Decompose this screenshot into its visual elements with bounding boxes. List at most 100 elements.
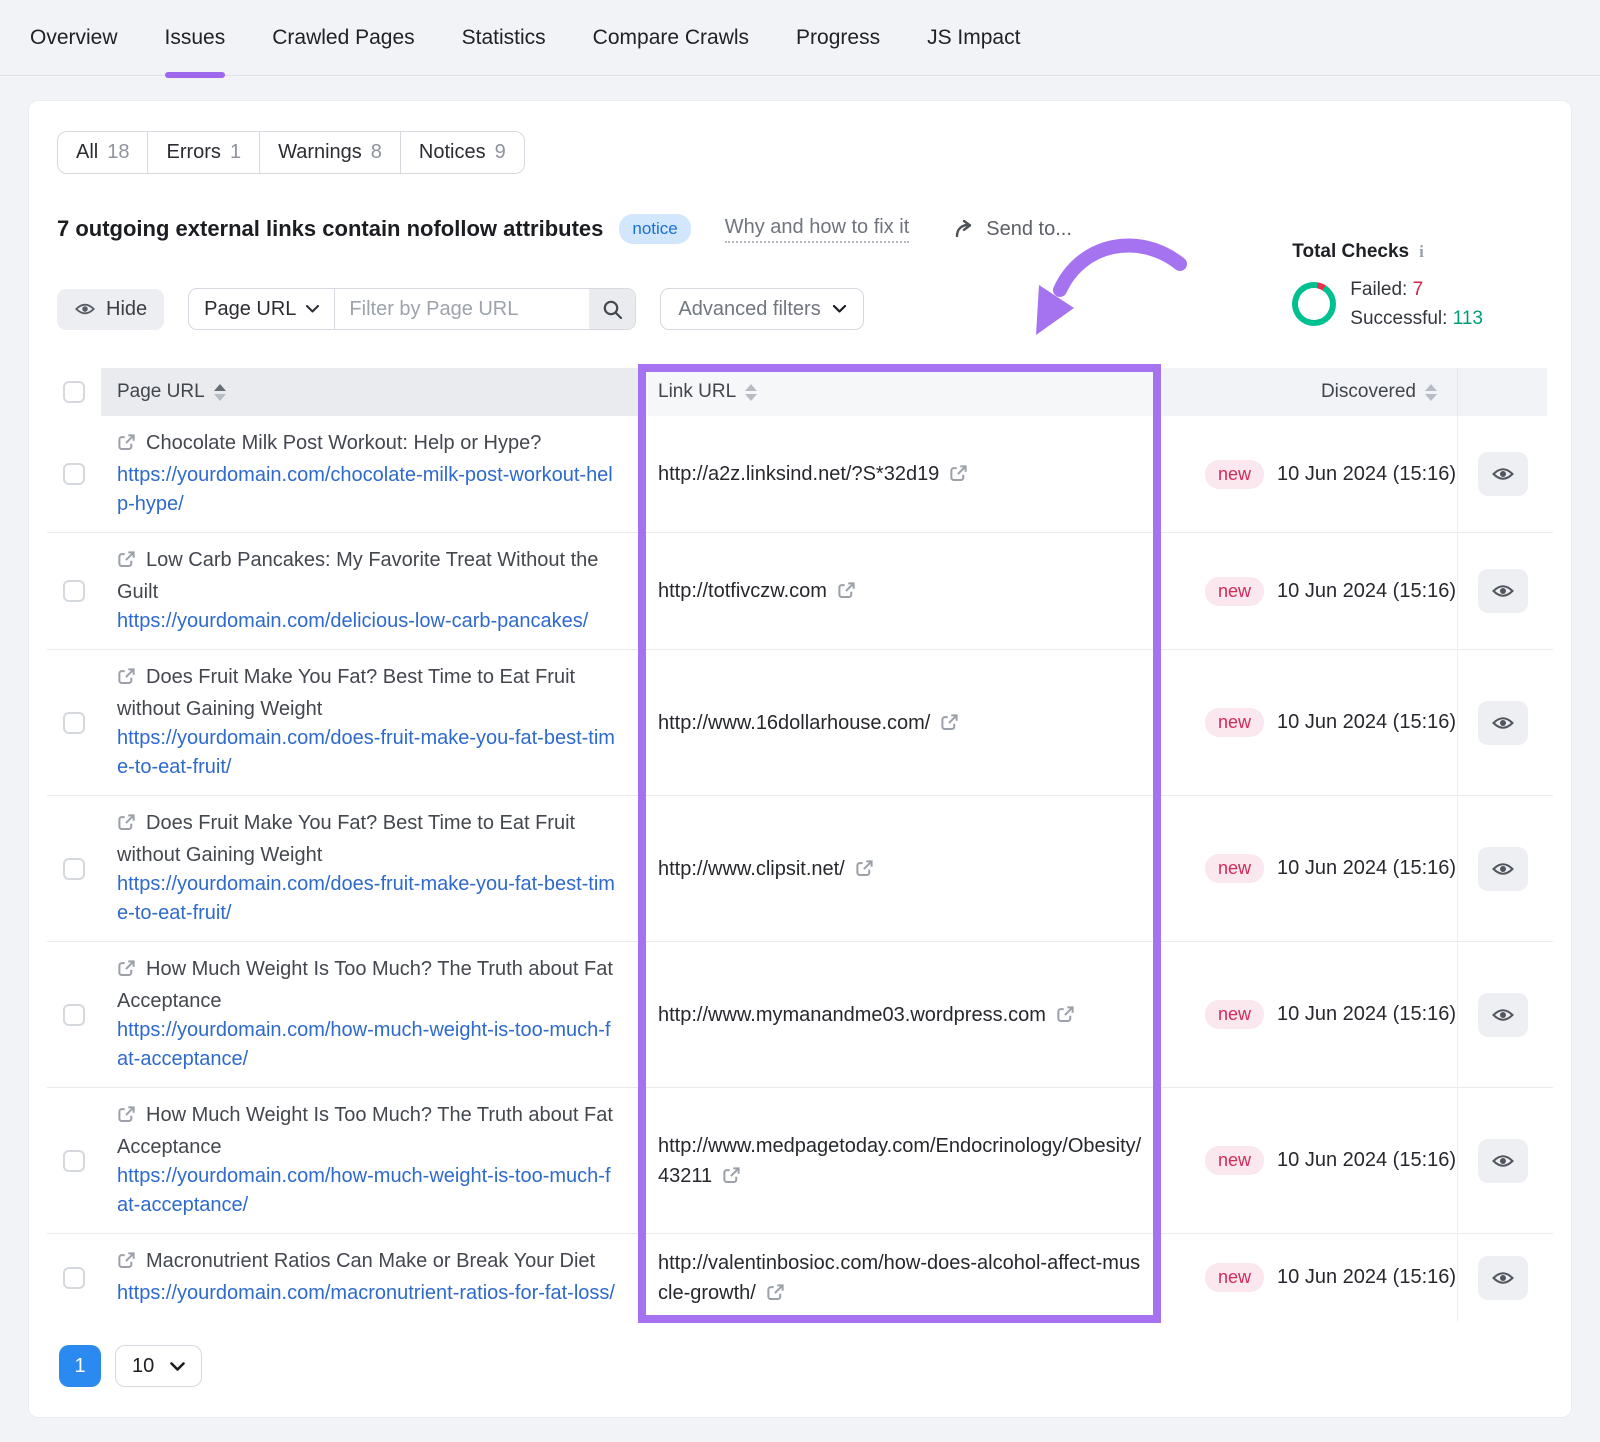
page-title: Macronutrient Ratios Can Make or Break Y… — [146, 1250, 595, 1272]
total-checks-donut — [1292, 282, 1336, 326]
view-issue-button[interactable] — [1478, 569, 1528, 613]
nav-tab-label: Crawled Pages — [272, 26, 414, 50]
severity-tab-label: Errors — [166, 141, 220, 164]
external-link-icon — [117, 1104, 136, 1133]
nav-tab-issues[interactable]: Issues — [165, 0, 226, 75]
nav-tab-js-impact[interactable]: JS Impact — [927, 0, 1020, 75]
page-url-link[interactable]: https://yourdomain.com/chocolate-milk-po… — [117, 461, 616, 519]
view-issue-button[interactable] — [1478, 701, 1528, 745]
severity-tab-count: 9 — [495, 141, 506, 164]
nav-tab-label: Progress — [796, 26, 880, 50]
sort-page-url[interactable] — [214, 384, 226, 401]
nav-tab-crawled-pages[interactable]: Crawled Pages — [272, 0, 414, 75]
external-link-icon — [117, 958, 136, 987]
eye-icon — [1491, 711, 1515, 735]
failed-label: Failed: — [1350, 279, 1407, 300]
severity-tab-label: All — [76, 141, 98, 164]
severity-tab-all[interactable]: All 18 — [58, 132, 147, 173]
new-badge: new — [1205, 1146, 1264, 1175]
table-row: How Much Weight Is Too Much? The Truth a… — [47, 1087, 1553, 1233]
external-link-icon[interactable] — [1056, 1005, 1075, 1029]
table-body: Chocolate Milk Post Workout: Help or Hyp… — [47, 416, 1553, 1321]
chevron-down-icon — [306, 305, 319, 313]
severity-tab-notices[interactable]: Notices 9 — [400, 132, 524, 173]
filter-input[interactable] — [335, 289, 589, 329]
new-badge: new — [1205, 577, 1264, 606]
external-link-icon[interactable] — [766, 1283, 785, 1307]
send-to-button[interactable]: Send to... — [955, 218, 1072, 241]
sort-link-url[interactable] — [745, 384, 757, 401]
top-nav: Overview Issues Crawled Pages Statistics… — [0, 0, 1600, 76]
hide-button[interactable]: Hide — [57, 289, 164, 330]
link-url: http://www.mymanandme03.wordpress.com — [658, 1004, 1046, 1026]
view-issue-button[interactable] — [1478, 993, 1528, 1037]
chevron-down-icon — [170, 1362, 185, 1371]
link-url: http://valentinbosioc.com/how-does-alcoh… — [658, 1252, 1140, 1304]
page-url-link[interactable]: https://yourdomain.com/does-fruit-make-y… — [117, 724, 616, 782]
table-row: How Much Weight Is Too Much? The Truth a… — [47, 941, 1553, 1087]
page-title: Chocolate Milk Post Workout: Help or Hyp… — [146, 432, 541, 454]
nav-tab-label: Issues — [165, 26, 226, 50]
external-link-icon[interactable] — [837, 581, 856, 605]
external-link-icon[interactable] — [722, 1166, 741, 1190]
pagination: 1 10 — [59, 1345, 1543, 1387]
external-link-icon[interactable] — [949, 464, 968, 488]
view-issue-button[interactable] — [1478, 847, 1528, 891]
page-1-button[interactable]: 1 — [59, 1345, 101, 1387]
nav-tab-label: JS Impact — [927, 26, 1020, 50]
view-issue-button[interactable] — [1478, 452, 1528, 496]
page-url-link[interactable]: https://yourdomain.com/macronutrient-rat… — [117, 1279, 616, 1308]
sort-discovered[interactable] — [1425, 384, 1437, 401]
page-size-select[interactable]: 10 — [115, 1345, 202, 1387]
page-title: Does Fruit Make You Fat? Best Time to Ea… — [117, 812, 575, 866]
discovered-header: Discovered — [1321, 381, 1416, 403]
nav-tab-statistics[interactable]: Statistics — [462, 0, 546, 75]
row-checkbox[interactable] — [63, 1004, 85, 1026]
filter-field-select[interactable]: Page URL — [189, 289, 335, 329]
discovered-date: 10 Jun 2024 (15:16) — [1277, 1003, 1456, 1026]
eye-icon — [1491, 579, 1515, 603]
link-url: http://www.clipsit.net/ — [658, 858, 845, 880]
row-checkbox[interactable] — [63, 1267, 85, 1289]
select-all-checkbox[interactable] — [63, 381, 85, 403]
row-checkbox[interactable] — [63, 712, 85, 734]
why-how-to-fix-link[interactable]: Why and how to fix it — [725, 216, 910, 243]
external-link-icon[interactable] — [855, 859, 874, 883]
severity-tab-errors[interactable]: Errors 1 — [147, 132, 259, 173]
failed-value: 7 — [1413, 279, 1424, 300]
eye-icon — [1491, 1149, 1515, 1173]
view-issue-button[interactable] — [1478, 1256, 1528, 1300]
row-checkbox[interactable] — [63, 580, 85, 602]
advanced-filters-button[interactable]: Advanced filters — [660, 288, 863, 330]
eye-icon — [1491, 1003, 1515, 1027]
nav-tab-progress[interactable]: Progress — [796, 0, 880, 75]
notice-badge: notice — [619, 214, 690, 244]
discovered-date: 10 Jun 2024 (15:16) — [1277, 580, 1456, 603]
external-link-icon[interactable] — [940, 713, 959, 737]
view-issue-button[interactable] — [1478, 1139, 1528, 1183]
discovered-date: 10 Jun 2024 (15:16) — [1277, 1266, 1456, 1289]
search-icon — [602, 299, 623, 320]
table-row: Does Fruit Make You Fat? Best Time to Ea… — [47, 795, 1553, 941]
nav-tab-compare-crawls[interactable]: Compare Crawls — [593, 0, 749, 75]
row-checkbox[interactable] — [63, 1150, 85, 1172]
page-url-link[interactable]: https://yourdomain.com/does-fruit-make-y… — [117, 870, 616, 928]
info-icon[interactable]: i — [1419, 242, 1424, 262]
severity-tab-warnings[interactable]: Warnings 8 — [259, 132, 400, 173]
link-url-header: Link URL — [658, 381, 736, 403]
row-checkbox[interactable] — [63, 858, 85, 880]
eye-icon — [1491, 1266, 1515, 1290]
page-url-link[interactable]: https://yourdomain.com/how-much-weight-i… — [117, 1016, 616, 1074]
search-button[interactable] — [589, 289, 635, 329]
page-url-header: Page URL — [117, 381, 205, 403]
discovered-date: 10 Jun 2024 (15:16) — [1277, 711, 1456, 734]
hide-button-label: Hide — [106, 298, 147, 321]
severity-tab-count: 8 — [371, 141, 382, 164]
page-url-link[interactable]: https://yourdomain.com/delicious-low-car… — [117, 607, 616, 636]
page-url-link[interactable]: https://yourdomain.com/how-much-weight-i… — [117, 1162, 616, 1220]
chevron-down-icon — [833, 305, 846, 313]
row-checkbox[interactable] — [63, 463, 85, 485]
new-badge: new — [1205, 460, 1264, 489]
external-link-icon — [117, 666, 136, 695]
nav-tab-overview[interactable]: Overview — [30, 0, 118, 75]
